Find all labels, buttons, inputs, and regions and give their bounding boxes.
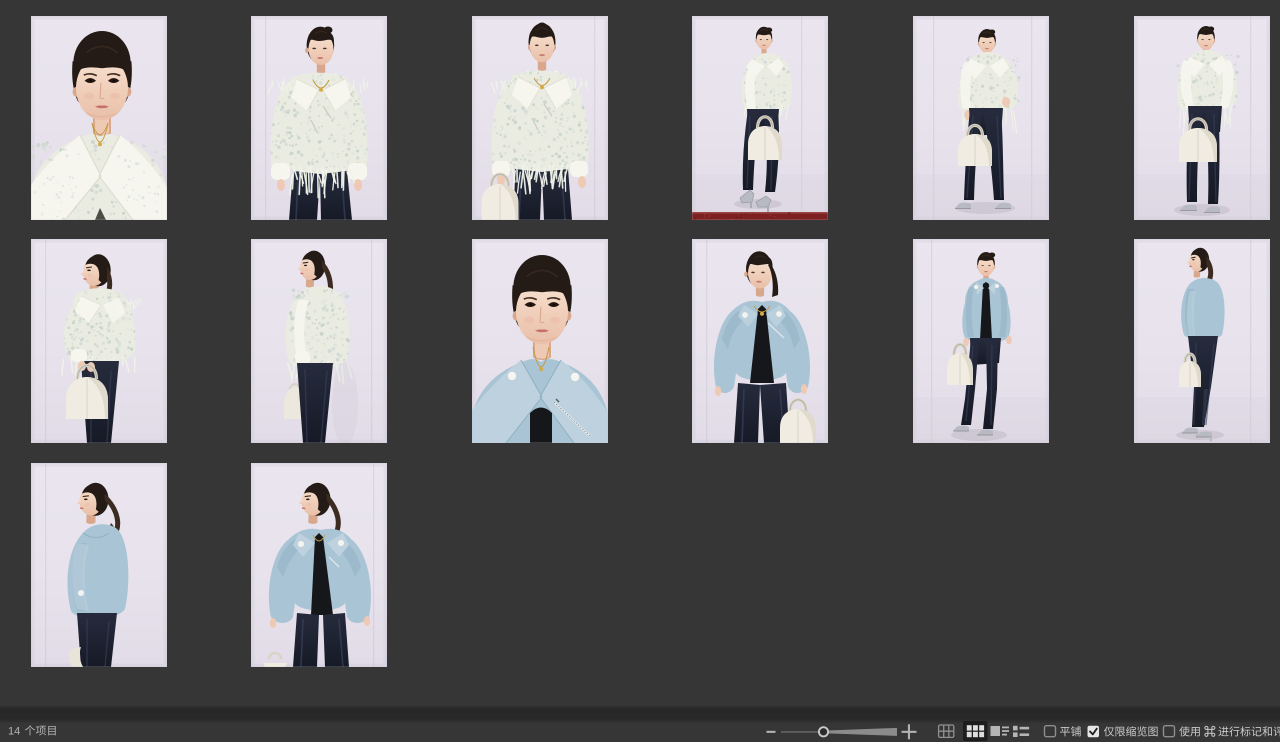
svg-text:14: 14 (8, 726, 20, 738)
